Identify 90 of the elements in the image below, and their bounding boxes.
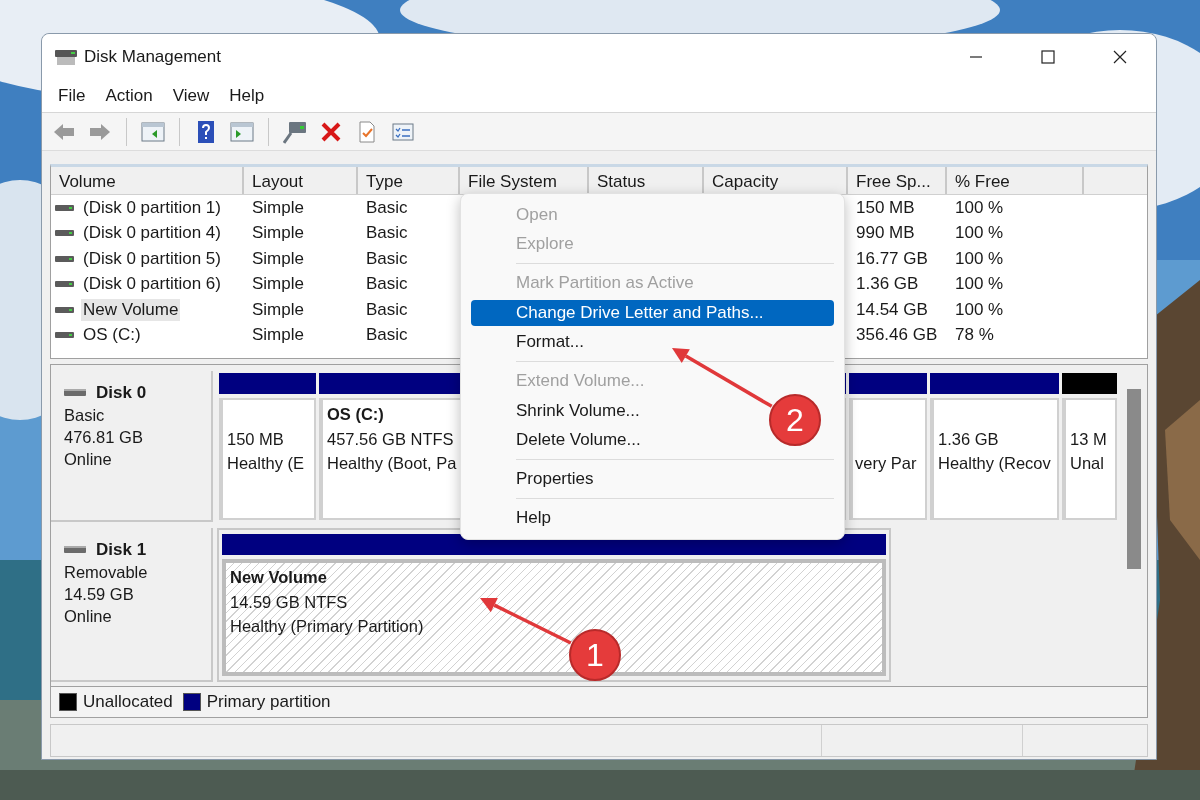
column-header[interactable]: Free Sp... <box>848 167 947 194</box>
table-cell: Basic <box>366 274 408 295</box>
volume-name[interactable]: (Disk 0 partition 5) <box>81 247 223 270</box>
partition-label: OS (C:) <box>327 405 384 423</box>
table-cell: 16.77 GB <box>856 248 928 269</box>
partition-status: Healthy (Recov <box>938 454 1051 472</box>
disk-info-panel[interactable]: Disk 0 Basic 476.81 GB Online <box>51 371 213 522</box>
table-cell: 78 % <box>955 325 994 346</box>
minimize-icon <box>970 55 982 58</box>
table-cell: 100 % <box>955 248 1004 269</box>
partition-size: 457.56 GB NTFS <box>327 429 454 448</box>
drive-icon <box>55 304 75 315</box>
table-cell: Simple <box>252 248 304 269</box>
legend-label: Unallocated <box>83 692 173 712</box>
menu-item[interactable]: Help <box>471 505 551 531</box>
partition-status: Healthy (E <box>227 454 305 472</box>
legend-label: Primary partition <box>206 692 331 712</box>
menu-item[interactable]: Help <box>219 85 275 106</box>
partition-block[interactable]: 150 MB Healthy (E <box>219 398 316 520</box>
volume-name[interactable]: OS (C:) <box>81 324 143 347</box>
menu-item[interactable]: Change Drive Letter and Paths... <box>471 299 834 326</box>
disk-type: Basic <box>64 406 106 425</box>
partition-block[interactable]: very Par <box>849 398 927 520</box>
column-header[interactable]: Type <box>358 167 460 194</box>
partition-block[interactable]: 1.36 GB Healthy (Recov <box>930 398 1059 520</box>
partition-size: 1.36 GB <box>938 429 999 448</box>
table-cell: Basic <box>366 197 408 218</box>
table-cell: 100 % <box>955 197 1004 218</box>
column-header[interactable]: % Free <box>947 167 1084 194</box>
table-cell: Simple <box>252 223 304 244</box>
table-cell: Simple <box>252 197 304 218</box>
partition-label: New Volume <box>230 568 327 586</box>
disk-name: Disk 1 <box>96 540 147 560</box>
drive-icon <box>55 279 75 290</box>
window-title: Disk Management <box>84 46 221 67</box>
table-cell: 1.36 GB <box>856 274 919 295</box>
table-cell: Simple <box>252 299 304 320</box>
maximize-icon <box>1040 48 1056 65</box>
disk-type: Removable <box>64 563 149 582</box>
table-cell: 100 % <box>955 223 1004 244</box>
table-cell: Basic <box>366 299 408 320</box>
scrollbar-thumb[interactable] <box>1127 389 1141 569</box>
drive-icon <box>55 330 75 341</box>
partition-status: Unal <box>1070 454 1104 472</box>
column-header[interactable]: Volume <box>51 167 244 194</box>
partition-block[interactable]: 13 M Unal <box>1062 398 1117 520</box>
volume-name[interactable]: New Volume <box>81 298 181 321</box>
partition-size: 150 MB <box>227 429 284 448</box>
tree-icon <box>141 119 165 144</box>
table-cell: 14.54 GB <box>856 299 928 320</box>
connect-icon <box>283 119 307 144</box>
volume-name[interactable]: (Disk 0 partition 1) <box>81 196 223 219</box>
menu-item[interactable]: Format... <box>471 329 584 355</box>
table-cell: Basic <box>366 223 408 244</box>
pane-icon <box>230 119 254 144</box>
partition-size: 14.59 GB NTFS <box>230 592 348 611</box>
table-cell: Basic <box>366 248 408 269</box>
table-cell: 150 MB <box>856 197 915 218</box>
drive-icon <box>64 388 88 398</box>
menu-item[interactable]: Action <box>95 85 163 106</box>
drive-icon <box>55 253 75 264</box>
disk-size: 14.59 GB <box>64 585 135 604</box>
menu-item[interactable]: Properties <box>471 466 594 492</box>
volume-name[interactable]: (Disk 0 partition 6) <box>81 273 223 296</box>
disk-name: Disk 0 <box>96 383 147 403</box>
table-cell: 100 % <box>955 274 1004 295</box>
table-cell: 356.46 GB <box>856 325 938 346</box>
disk-status: Online <box>64 607 113 626</box>
disk-status: Online <box>64 450 113 469</box>
partition-status: Healthy (Boot, Pa <box>327 454 457 472</box>
disk-size: 476.81 GB <box>64 428 144 447</box>
table-cell: Basic <box>366 325 408 346</box>
table-cell: Simple <box>252 325 304 346</box>
menu-item[interactable]: File <box>48 85 96 106</box>
drive-icon <box>55 228 75 239</box>
table-cell: 100 % <box>955 299 1004 320</box>
table-cell: Simple <box>252 274 304 295</box>
partition-status: Healthy (Primary Partition) <box>230 617 424 635</box>
column-header[interactable]: Layout <box>244 167 358 194</box>
menu-item[interactable]: Delete Volume... <box>471 427 641 453</box>
partition-status: very Par <box>855 454 917 472</box>
disk-info-panel[interactable]: Disk 1 Removable 14.59 GB Online <box>51 528 213 682</box>
partition-size: 13 M <box>1070 429 1107 448</box>
drive-icon <box>55 202 75 213</box>
menu-item[interactable]: Shrink Volume... <box>471 397 640 424</box>
drive-icon <box>64 545 88 555</box>
close-icon <box>1112 48 1128 65</box>
volume-name[interactable]: (Disk 0 partition 4) <box>81 222 223 245</box>
table-cell: 990 MB <box>856 223 915 244</box>
menu-item[interactable]: View <box>162 85 220 106</box>
